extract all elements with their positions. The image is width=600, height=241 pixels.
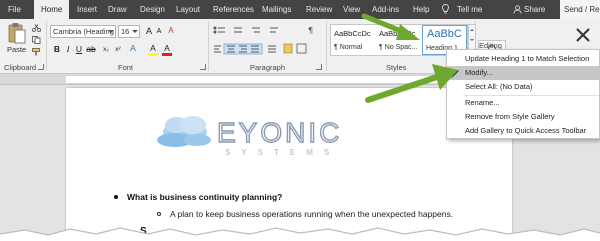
paste-button[interactable]: Paste xyxy=(7,45,26,54)
cloud-icon xyxy=(157,116,211,147)
style-preview: AaBbCcDc xyxy=(334,29,371,38)
group-separator xyxy=(208,21,209,71)
tab-layout[interactable]: Layout xyxy=(176,0,200,19)
tab-file[interactable]: File xyxy=(8,0,21,19)
group-separator xyxy=(46,21,47,71)
tab-mailings[interactable]: Mailings xyxy=(262,0,291,19)
chevron-up-icon[interactable] xyxy=(470,29,474,31)
font-dialog-launcher-icon[interactable] xyxy=(200,64,206,70)
font-size-value: 16 xyxy=(121,27,130,36)
style-preview: AaBbC xyxy=(427,28,462,40)
style-card-no-spacing[interactable]: AaBbCcDc ¶ No Spac... xyxy=(377,25,421,55)
paragraph-controls-icon[interactable]: ¶ xyxy=(212,25,322,57)
logo-wordmark: EYONIC xyxy=(217,117,342,148)
tell-me-search[interactable]: Tell me xyxy=(457,0,482,19)
eyonic-logo: EYONIC SYSTEMS xyxy=(157,116,342,157)
heading-bullet-text: What is business continuity planning? xyxy=(127,192,283,202)
copy-icon[interactable] xyxy=(32,36,41,44)
font-size-combo[interactable]: 16 xyxy=(118,25,140,38)
bullet-dot xyxy=(114,195,118,199)
underline-button[interactable]: U xyxy=(74,44,84,54)
font-name-value: Cambria (Heading xyxy=(53,27,114,36)
clipboard-group-label: Clipboard xyxy=(4,63,37,72)
sub-bullet-text: A plan to keep business operations runni… xyxy=(170,209,454,219)
menu-item-select-all[interactable]: Select All: (No Data) xyxy=(447,80,600,94)
subscript-icon[interactable]: x₂ xyxy=(101,45,111,55)
heading-bullet: What is business continuity planning? xyxy=(114,192,282,202)
italic-button[interactable]: I xyxy=(63,44,73,54)
font-color-button[interactable]: A xyxy=(162,43,172,56)
modify-pencil-icon xyxy=(451,70,459,78)
chevron-down-icon[interactable] xyxy=(470,39,474,41)
style-context-menu: Update Heading 1 to Match Selection Modi… xyxy=(446,49,600,139)
menu-item-modify[interactable]: Modify... xyxy=(447,66,600,80)
torn-edge-decoration xyxy=(0,227,600,241)
tab-review[interactable]: Review xyxy=(306,0,332,19)
svg-text:¶: ¶ xyxy=(308,26,313,35)
lightbulb-icon xyxy=(442,4,449,14)
paragraph-group-label: Paragraph xyxy=(250,63,286,72)
send-receive-tab[interactable]: Send / Rece xyxy=(560,0,600,19)
style-card-normal[interactable]: AaBbCcDc ¶ Normal xyxy=(332,25,376,55)
bullet-ring xyxy=(157,212,161,216)
tab-help[interactable]: Help xyxy=(413,0,429,19)
tab-view[interactable]: View xyxy=(343,0,360,19)
style-preview: AaBbCcDc xyxy=(379,29,416,38)
group-separator xyxy=(326,21,327,71)
text-effects-icon[interactable]: A xyxy=(128,43,138,53)
tab-references[interactable]: References xyxy=(213,0,254,19)
superscript-icon[interactable]: x² xyxy=(113,45,123,55)
sub-bullet: A plan to keep business operations runni… xyxy=(157,209,453,219)
grow-font-icon[interactable]: A xyxy=(144,26,154,36)
close-icon[interactable] xyxy=(575,27,591,43)
menu-item-add-gallery-to-qat[interactable]: Add Gallery to Quick Access Toolbar xyxy=(447,124,600,138)
ribbon-tab-bar: File Home Insert Draw Design Layout Refe… xyxy=(0,0,600,19)
clear-formatting-icon[interactable]: A xyxy=(166,26,176,36)
tab-add-ins[interactable]: Add-ins xyxy=(372,0,399,19)
menu-item-remove-from-gallery[interactable]: Remove from Style Gallery xyxy=(447,110,600,124)
bold-button[interactable]: B xyxy=(52,44,62,54)
paste-icon[interactable] xyxy=(8,22,26,44)
tab-insert[interactable]: Insert xyxy=(77,0,97,19)
logo-subtext: SYSTEMS xyxy=(225,148,340,157)
font-group-label: Font xyxy=(118,63,134,72)
strikethrough-icon[interactable]: ab xyxy=(86,44,96,54)
shrink-font-icon[interactable]: A xyxy=(154,27,164,37)
style-name: ¶ No Spac... xyxy=(379,44,418,51)
tab-home[interactable]: Home xyxy=(34,0,70,19)
menu-item-update-heading[interactable]: Update Heading 1 to Match Selection xyxy=(447,52,600,66)
format-painter-icon[interactable] xyxy=(32,48,41,56)
share-button[interactable]: Share xyxy=(524,0,545,19)
tab-draw[interactable]: Draw xyxy=(108,0,127,19)
cut-icon[interactable] xyxy=(32,24,41,32)
tab-design[interactable]: Design xyxy=(140,0,165,19)
clipboard-dialog-launcher-icon[interactable] xyxy=(38,64,44,70)
styles-group-label: Styles xyxy=(386,63,407,72)
menu-item-rename[interactable]: Rename... xyxy=(447,96,600,110)
paragraph-dialog-launcher-icon[interactable] xyxy=(316,64,322,70)
menu-item-label: Modify... xyxy=(465,68,493,77)
font-name-combo[interactable]: Cambria (Heading xyxy=(50,25,116,38)
style-name: ¶ Normal xyxy=(334,44,363,51)
highlight-color-button[interactable]: A xyxy=(148,43,158,56)
share-person-icon xyxy=(513,5,522,14)
